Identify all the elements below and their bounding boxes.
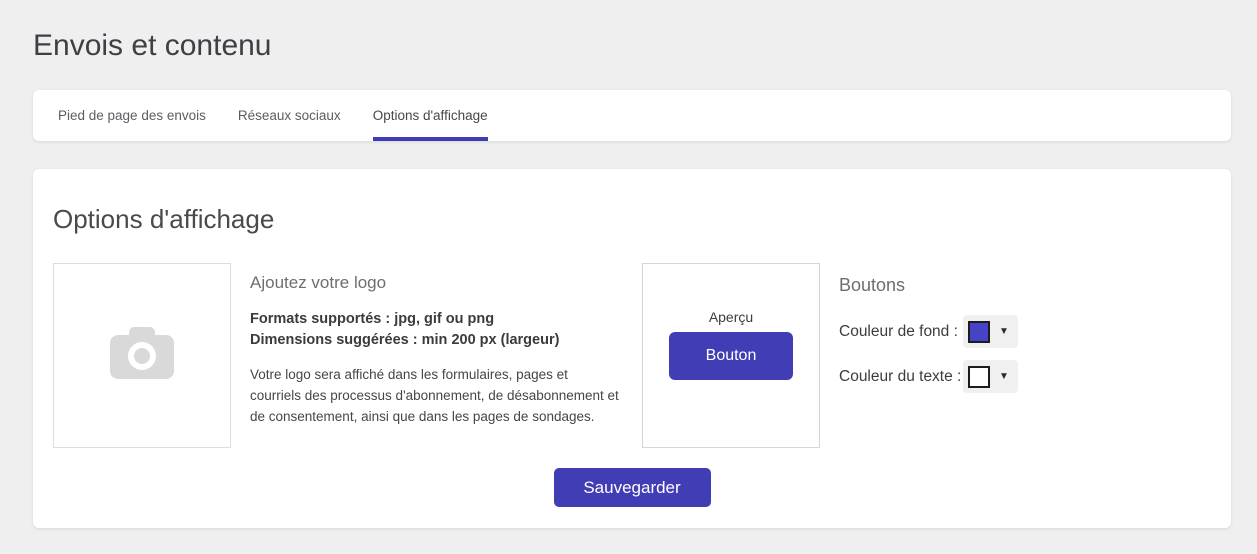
text-color-picker[interactable]: ▼ [963, 360, 1018, 393]
dropdown-arrow-icon: ▼ [999, 371, 1009, 382]
tab-options-affichage[interactable]: Options d'affichage [372, 90, 488, 141]
logo-formats-line: Formats supportés : jpg, gif ou png [250, 311, 495, 327]
text-color-row: Couleur du texte : ▼ [839, 360, 1018, 393]
tab-bar: Pied de page des envois Réseaux sociaux … [33, 90, 1231, 141]
dropdown-arrow-icon: ▼ [999, 326, 1009, 337]
tab-reseaux-sociaux[interactable]: Réseaux sociaux [238, 90, 341, 141]
logo-description: Votre logo sera affiché dans les formula… [250, 367, 619, 424]
save-button[interactable]: Sauvegarder [553, 468, 711, 507]
display-options-panel: Options d'affichage Ajoutez votre logo F… [33, 169, 1231, 528]
text-color-swatch [968, 365, 990, 388]
buttons-heading: Boutons [839, 275, 906, 295]
background-color-swatch [968, 320, 990, 343]
button-preview-box: Aperçu Bouton [642, 263, 820, 448]
preview-label: Aperçu [708, 309, 754, 325]
logo-dimensions-line: Dimensions suggérées : min 200 px (large… [250, 332, 560, 348]
logo-upload-box[interactable] [53, 263, 231, 448]
background-color-label: Couleur de fond : [839, 322, 958, 340]
content-row: Ajoutez votre logo Formats supportés : j… [53, 263, 1211, 448]
logo-heading: Ajoutez votre logo [250, 273, 387, 292]
logo-requirements: Formats supportés : jpg, gif ou png Dime… [250, 309, 622, 351]
text-color-label: Couleur du texte : [839, 367, 962, 385]
buttons-settings-column: Boutons Couleur de fond : ▼ Couleur du t… [839, 263, 1018, 393]
tab-pied-de-page-des-envois[interactable]: Pied de page des envois [58, 90, 206, 141]
camera-icon [109, 326, 175, 385]
background-color-picker[interactable]: ▼ [963, 315, 1018, 348]
preview-button: Bouton [669, 332, 793, 380]
page-title: Envois et contenu [33, 29, 272, 62]
logo-info-column: Ajoutez votre logo Formats supportés : j… [250, 263, 622, 427]
background-color-row: Couleur de fond : ▼ [839, 315, 1018, 348]
panel-heading: Options d'affichage [53, 204, 275, 234]
